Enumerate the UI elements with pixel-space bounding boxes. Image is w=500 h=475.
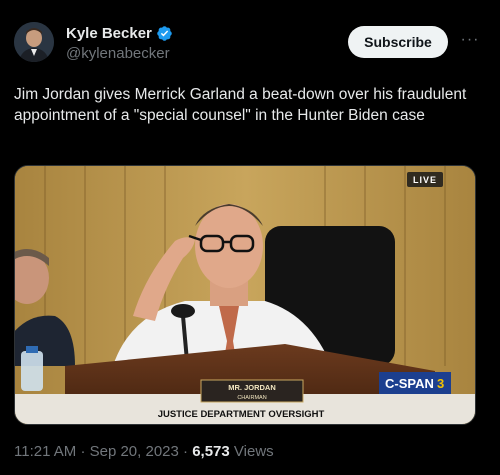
views-label: Views [233, 443, 274, 460]
video-frame: MR. JORDAN CHAIRMAN JUSTICE DEPARTMENT O… [15, 166, 475, 424]
tweet-meta: 11:21 AM · Sep 20, 2023 · 6,573 Views [14, 443, 274, 460]
video-player[interactable]: MR. JORDAN CHAIRMAN JUSTICE DEPARTMENT O… [14, 165, 476, 425]
cspan-logo-number: 3 [437, 376, 444, 391]
tweet-text: Jim Jordan gives Merrick Garland a beat-… [14, 86, 467, 124]
avatar[interactable] [14, 22, 54, 62]
display-name[interactable]: Kyle Becker [66, 25, 152, 42]
live-badge-text: LIVE [413, 175, 437, 185]
nameplate-name: MR. JORDAN [228, 383, 276, 392]
chyron-text: JUSTICE DEPARTMENT OVERSIGHT [158, 409, 325, 420]
views-count[interactable]: 6,573 [192, 443, 230, 460]
subscribe-button[interactable]: Subscribe [348, 26, 448, 58]
tweet-header: Kyle Becker @kylenabecker Subscribe ··· [14, 22, 486, 66]
tweet-date[interactable]: Sep 20, 2023 [90, 443, 179, 460]
verified-badge-icon [157, 26, 172, 41]
meta-separator: · [183, 443, 189, 460]
more-options-icon[interactable]: ··· [458, 28, 482, 52]
nameplate-title: CHAIRMAN [237, 395, 266, 401]
cspan-logo-text: C-SPAN [385, 376, 434, 391]
author-handle[interactable]: @kylenabecker [66, 45, 170, 62]
tweet-time[interactable]: 11:21 AM [14, 443, 76, 460]
meta-separator: · [80, 443, 86, 460]
